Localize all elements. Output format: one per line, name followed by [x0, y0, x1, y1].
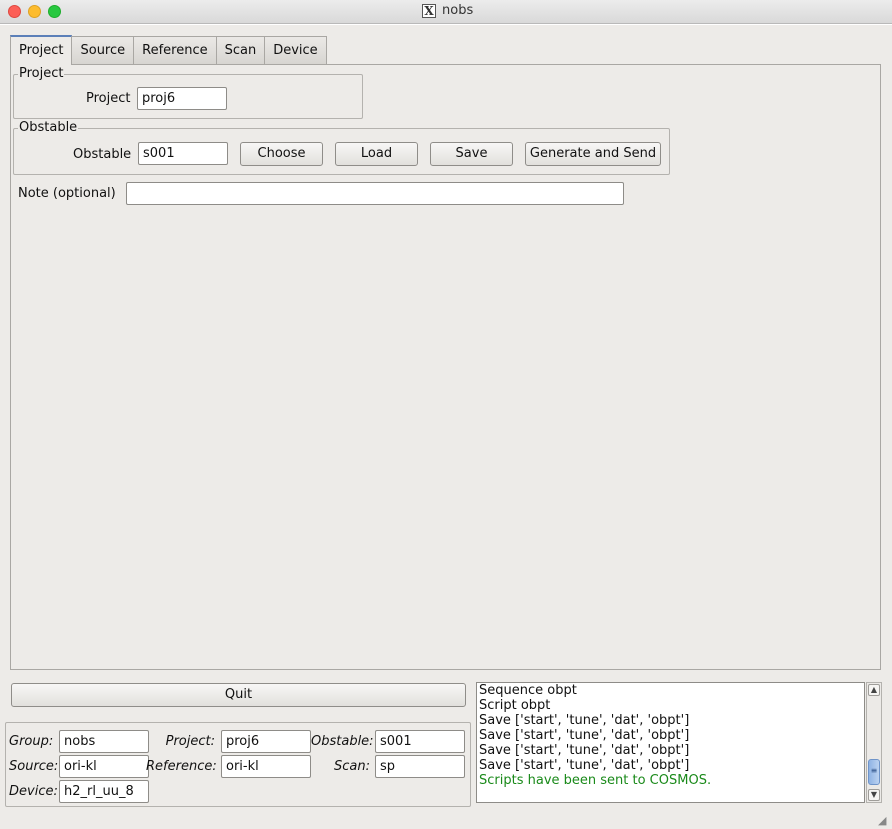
save-button[interactable]: Save — [430, 142, 513, 166]
source-status-label: Source: — [9, 759, 59, 774]
project-label: Project — [86, 91, 131, 106]
reference-status-field: ori-kl — [221, 755, 311, 778]
project-status-label: Project: — [165, 734, 215, 749]
log-line: Script obpt — [479, 698, 551, 713]
project-input[interactable]: proj6 — [137, 87, 227, 110]
scan-status-label: Scan: — [334, 759, 370, 774]
note-input[interactable] — [126, 182, 624, 205]
log-line: Save ['start', 'tune', 'dat', 'obpt'] — [479, 758, 690, 773]
obstable-status-field: s001 — [375, 730, 465, 753]
window-title: nobs — [442, 3, 474, 18]
scroll-down-icon[interactable]: ▼ — [868, 789, 880, 801]
log-line: Save ['start', 'tune', 'dat', 'obpt'] — [479, 728, 690, 743]
obstable-label: Obstable — [73, 147, 132, 162]
obstable-groupbox: Obstable Obstable s001 Choose Load Save … — [13, 120, 670, 175]
app-body: Project Source Reference Scan Device Pro… — [0, 25, 892, 829]
project-status-field: proj6 — [221, 730, 311, 753]
source-status-field: ori-kl — [59, 755, 149, 778]
resize-grip-icon[interactable]: ◢ — [878, 815, 890, 827]
scan-status-field: sp — [375, 755, 465, 778]
log-output[interactable]: Sequence obpt Script obpt Save ['start',… — [476, 682, 865, 803]
scrollbar-thumb[interactable]: ≡ — [868, 759, 880, 785]
obstable-groupbox-title: Obstable — [18, 120, 79, 135]
obstable-status-label: Obstable: — [311, 734, 374, 749]
project-tab-panel: Project Project proj6 Obstable Obstable … — [10, 64, 881, 670]
load-button[interactable]: Load — [335, 142, 418, 166]
obstable-input[interactable]: s001 — [138, 142, 228, 165]
log-line: Save ['start', 'tune', 'dat', 'obpt'] — [479, 713, 690, 728]
log-scrollbar[interactable]: ▲ ≡ ▼ — [866, 682, 882, 803]
window-title-area: X nobs — [422, 3, 473, 18]
device-status-label: Device: — [9, 784, 58, 799]
tab-bar: Project Source Reference Scan Device — [10, 35, 327, 65]
device-status-field: h2_rl_uu_8 — [59, 780, 149, 803]
scroll-up-icon[interactable]: ▲ — [868, 684, 880, 696]
note-label: Note (optional) — [18, 186, 116, 201]
tab-scan[interactable]: Scan — [215, 36, 266, 64]
tab-device[interactable]: Device — [264, 36, 327, 64]
log-success-line: Scripts have been sent to COSMOS. — [479, 773, 712, 788]
maximize-window-icon[interactable] — [48, 5, 61, 18]
minimize-window-icon[interactable] — [28, 5, 41, 18]
window-titlebar: X nobs — [0, 0, 892, 24]
tab-reference[interactable]: Reference — [133, 36, 217, 64]
generate-and-send-button[interactable]: Generate and Send — [525, 142, 661, 166]
quit-button[interactable]: Quit — [11, 683, 466, 707]
reference-status-label: Reference: — [146, 759, 217, 774]
tab-project[interactable]: Project — [10, 35, 73, 65]
group-status-field: nobs — [59, 730, 149, 753]
project-groupbox: Project Project proj6 — [13, 66, 363, 119]
project-groupbox-title: Project — [18, 66, 65, 81]
log-line: Sequence obpt — [479, 683, 577, 698]
choose-button[interactable]: Choose — [240, 142, 323, 166]
status-summary: Group: nobs Project: proj6 Obstable: s00… — [5, 722, 471, 807]
group-status-label: Group: — [9, 734, 54, 749]
x11-app-icon: X — [422, 3, 436, 18]
log-line: Save ['start', 'tune', 'dat', 'obpt'] — [479, 743, 690, 758]
close-window-icon[interactable] — [8, 5, 21, 18]
tab-source[interactable]: Source — [71, 36, 135, 64]
